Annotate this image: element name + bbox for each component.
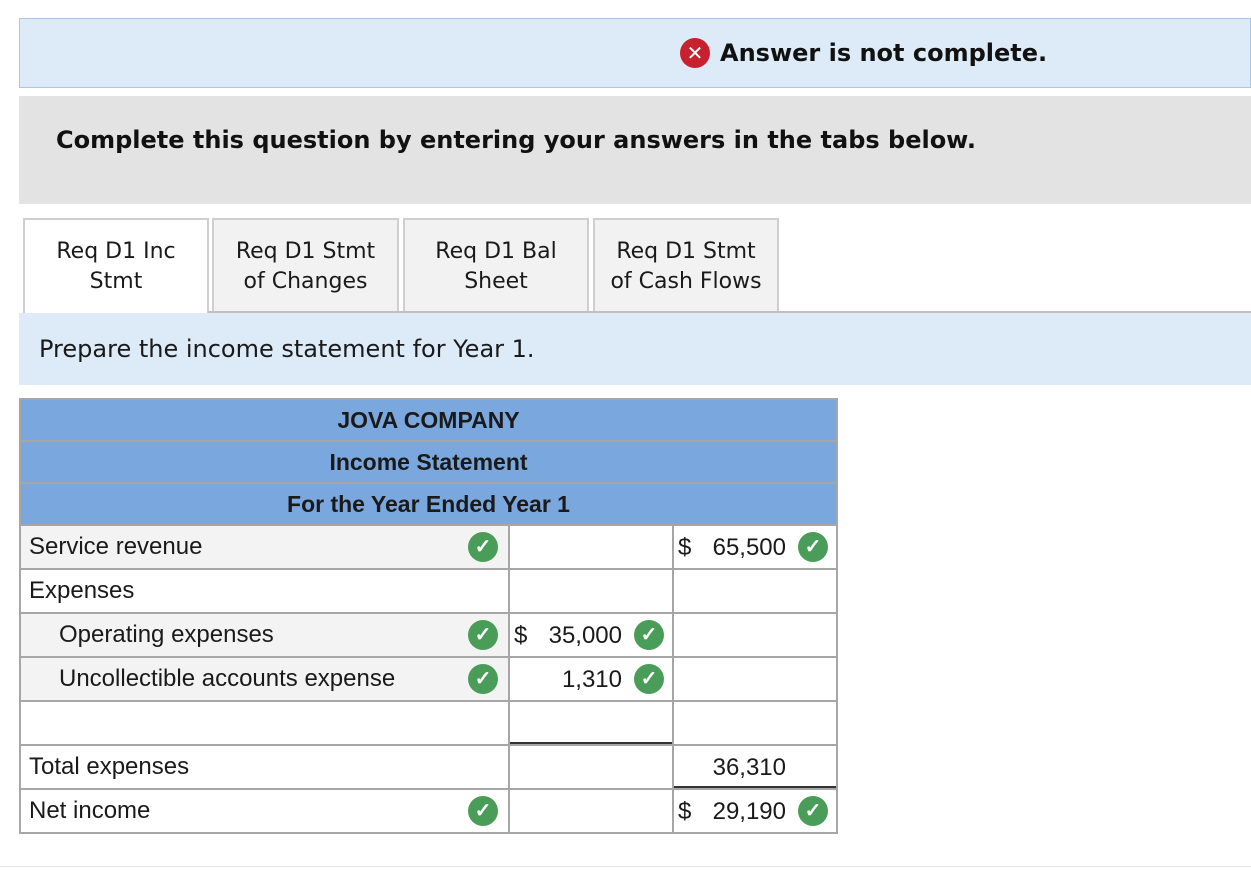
uncollectible-label-cell[interactable]: Uncollectible accounts expense ✓ — [19, 656, 510, 702]
check-icon: ✓ — [468, 796, 498, 826]
tab-req-d1-stmt-of-changes[interactable]: Req D1 Stmt of Changes — [212, 218, 399, 313]
check-icon: ✓ — [634, 620, 664, 650]
tab-label: Req D1 Inc Stmt — [56, 238, 176, 294]
net-income-label-cell[interactable]: Net income ✓ — [19, 788, 510, 834]
amount-value: 35,000 — [548, 622, 622, 649]
operating-expenses-amount-input[interactable]: $ 35,000 ✓ — [508, 612, 674, 658]
check-icon: ✓ — [798, 532, 828, 562]
row-label: Expenses — [29, 577, 135, 604]
tab-label: Req D1 Stmt of Cash Flows — [610, 238, 762, 294]
expenses-label-cell: Expenses — [19, 568, 510, 614]
prompt-text: Prepare the income statement for Year 1. — [39, 335, 535, 363]
table-row: Net income ✓ $ 29,190 ✓ — [19, 788, 838, 834]
answer-status-banner: ✕ Answer is not complete. — [19, 18, 1251, 88]
check-icon: ✓ — [634, 664, 664, 694]
table-row: Operating expenses ✓ $ 35,000 ✓ — [19, 612, 838, 658]
instructions-text: Complete this question by entering your … — [56, 126, 976, 154]
check-icon: ✓ — [798, 796, 828, 826]
operating-expenses-col3-input[interactable] — [672, 612, 838, 658]
income-statement-table: JOVA COMPANY Income Statement For the Ye… — [19, 398, 838, 834]
company-name: JOVA COMPANY — [19, 398, 838, 442]
check-icon: ✓ — [468, 620, 498, 650]
amount-value: 36,310 — [712, 754, 786, 781]
uncollectible-col3-input[interactable] — [672, 656, 838, 702]
page-divider — [0, 866, 1251, 867]
total-expenses-amount: 36,310 — [672, 744, 838, 790]
instructions-panel: Complete this question by entering your … — [19, 96, 1251, 204]
amount-value: 29,190 — [712, 798, 786, 825]
table-row: Total expenses 36,310 — [19, 744, 838, 790]
tab-label: Req D1 Stmt of Changes — [235, 238, 376, 294]
blank-label-input[interactable] — [19, 700, 510, 746]
dollar-sign: $ — [514, 622, 528, 649]
row-label: Net income — [29, 797, 151, 824]
total-rule — [674, 786, 836, 788]
row-label: Operating expenses — [59, 621, 274, 648]
expenses-col3-input[interactable] — [672, 568, 838, 614]
statement-title: Income Statement — [19, 440, 838, 484]
amount-value: 65,500 — [712, 534, 786, 561]
dollar-sign: $ — [678, 798, 692, 825]
total-expenses-label-cell: Total expenses — [19, 744, 510, 790]
service-revenue-label-cell[interactable]: Service revenue ✓ — [19, 524, 510, 570]
table-row — [19, 700, 838, 746]
amount-value: 1,310 — [561, 666, 622, 693]
expenses-col2-input[interactable] — [508, 568, 674, 614]
error-x-icon: ✕ — [680, 38, 710, 68]
row-label: Total expenses — [29, 753, 190, 780]
subtotal-rule — [510, 742, 672, 744]
tab-req-d1-stmt-of-cash-flows[interactable]: Req D1 Stmt of Cash Flows — [593, 218, 779, 313]
tab-req-d1-bal-sheet[interactable]: Req D1 Bal Sheet — [403, 218, 589, 313]
table-row: Expenses — [19, 568, 838, 614]
answer-status-message: ✕ Answer is not complete. — [680, 38, 1047, 68]
operating-expenses-label-cell[interactable]: Operating expenses ✓ — [19, 612, 510, 658]
total-expenses-col2 — [508, 744, 674, 790]
row-label: Uncollectible accounts expense — [59, 665, 396, 692]
check-icon: ✓ — [468, 532, 498, 562]
blank-col2-input[interactable] — [508, 700, 674, 746]
dollar-sign: $ — [678, 534, 692, 561]
statement-period: For the Year Ended Year 1 — [19, 482, 838, 526]
net-income-amount-input[interactable]: $ 29,190 ✓ — [672, 788, 838, 834]
answer-status-text: Answer is not complete. — [720, 39, 1048, 67]
net-income-col2 — [508, 788, 674, 834]
blank-col3-input[interactable] — [672, 700, 838, 746]
service-revenue-col2-input[interactable] — [508, 524, 674, 570]
question-prompt: Prepare the income statement for Year 1. — [19, 313, 1251, 385]
table-row: Uncollectible accounts expense ✓ 1,310 ✓ — [19, 656, 838, 702]
service-revenue-amount-input[interactable]: $ 65,500 ✓ — [672, 524, 838, 570]
table-row: Service revenue ✓ $ 65,500 ✓ — [19, 524, 838, 570]
tab-req-d1-inc-stmt[interactable]: Req D1 Inc Stmt — [23, 218, 209, 313]
row-label: Service revenue — [29, 533, 203, 560]
uncollectible-amount-input[interactable]: 1,310 ✓ — [508, 656, 674, 702]
check-icon: ✓ — [468, 664, 498, 694]
tab-label: Req D1 Bal Sheet — [435, 238, 557, 294]
